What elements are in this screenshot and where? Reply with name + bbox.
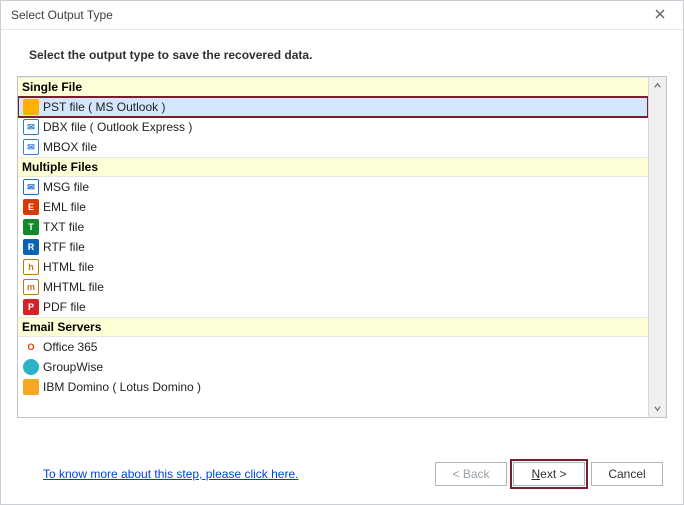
gw-icon bbox=[23, 359, 39, 375]
next-button-rest: ext > bbox=[540, 467, 566, 481]
option-pdf[interactable]: P PDF file bbox=[18, 297, 648, 317]
option-label: PDF file bbox=[43, 300, 643, 314]
chevron-up-icon bbox=[653, 79, 662, 93]
chevron-down-icon bbox=[653, 402, 662, 416]
option-pst[interactable]: PST file ( MS Outlook ) bbox=[18, 97, 648, 117]
eml-icon: E bbox=[23, 199, 39, 215]
section-header-multi: Multiple Files bbox=[18, 157, 648, 177]
scroll-up-button[interactable] bbox=[649, 77, 666, 94]
close-icon bbox=[655, 8, 665, 22]
txt-icon: T bbox=[23, 219, 39, 235]
rtf-icon: R bbox=[23, 239, 39, 255]
pdf-icon: P bbox=[23, 299, 39, 315]
option-dbx[interactable]: ✉ DBX file ( Outlook Express ) bbox=[18, 117, 648, 137]
section-header-servers: Email Servers bbox=[18, 317, 648, 337]
option-label: HTML file bbox=[43, 260, 643, 274]
option-html[interactable]: h HTML file bbox=[18, 257, 648, 277]
help-link[interactable]: To know more about this step, please cli… bbox=[43, 467, 298, 481]
option-label: MBOX file bbox=[43, 140, 643, 154]
option-label: TXT file bbox=[43, 220, 643, 234]
mbox-icon: ✉ bbox=[23, 139, 39, 155]
output-type-list: Single File PST file ( MS Outlook ) ✉ DBX f… bbox=[17, 76, 667, 418]
bottom-bar: To know more about this step, please cli… bbox=[1, 446, 683, 504]
instruction-text: Select the output type to save the recov… bbox=[1, 30, 683, 76]
option-label: DBX file ( Outlook Express ) bbox=[43, 120, 643, 134]
option-eml[interactable]: E EML file bbox=[18, 197, 648, 217]
close-button[interactable] bbox=[643, 4, 677, 26]
mhtml-icon: m bbox=[23, 279, 39, 295]
o365-icon: O bbox=[23, 339, 39, 355]
section-header-single: Single File bbox=[18, 77, 648, 97]
msg-icon: ✉ bbox=[23, 179, 39, 195]
option-label: MHTML file bbox=[43, 280, 643, 294]
dbx-icon: ✉ bbox=[23, 119, 39, 135]
scrollbar[interactable] bbox=[648, 77, 666, 417]
next-button-accel: N bbox=[531, 467, 540, 481]
option-label: Office 365 bbox=[43, 340, 643, 354]
option-mbox[interactable]: ✉ MBOX file bbox=[18, 137, 648, 157]
option-label: PST file ( MS Outlook ) bbox=[43, 100, 643, 114]
option-label: IBM Domino ( Lotus Domino ) bbox=[43, 380, 643, 394]
cancel-button[interactable]: Cancel bbox=[591, 462, 663, 486]
option-rtf[interactable]: R RTF file bbox=[18, 237, 648, 257]
option-mhtml[interactable]: m MHTML file bbox=[18, 277, 648, 297]
window-title: Select Output Type bbox=[11, 8, 113, 22]
option-msg[interactable]: ✉ MSG file bbox=[18, 177, 648, 197]
option-domino[interactable]: IBM Domino ( Lotus Domino ) bbox=[18, 377, 648, 397]
scroll-down-button[interactable] bbox=[649, 400, 666, 417]
option-label: MSG file bbox=[43, 180, 643, 194]
html-icon: h bbox=[23, 259, 39, 275]
option-label: EML file bbox=[43, 200, 643, 214]
option-label: RTF file bbox=[43, 240, 643, 254]
option-label: GroupWise bbox=[43, 360, 643, 374]
pst-icon bbox=[23, 99, 39, 115]
option-txt[interactable]: T TXT file bbox=[18, 217, 648, 237]
titlebar: Select Output Type bbox=[1, 1, 683, 30]
dom-icon bbox=[23, 379, 39, 395]
back-button: < Back bbox=[435, 462, 507, 486]
option-gw[interactable]: GroupWise bbox=[18, 357, 648, 377]
dialog-select-output-type: Select Output Type Select the output typ… bbox=[0, 0, 684, 505]
option-o365[interactable]: O Office 365 bbox=[18, 337, 648, 357]
next-button[interactable]: Next > bbox=[513, 462, 585, 486]
